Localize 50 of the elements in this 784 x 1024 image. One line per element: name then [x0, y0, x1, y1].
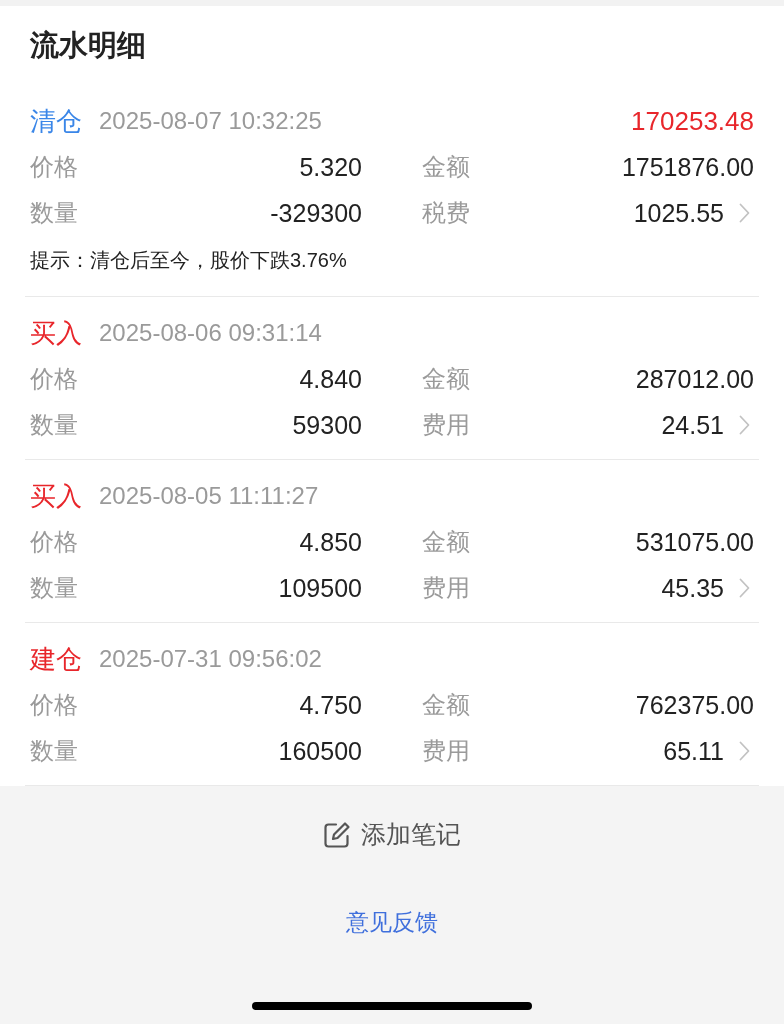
field-label: 价格 [30, 155, 78, 179]
trade-type-label: 清仓 [30, 108, 82, 134]
field-value: 160500 [278, 738, 362, 764]
field-value: 762375.00 [635, 692, 754, 718]
field-value: -329300 [270, 200, 362, 226]
trade-time: 2025-08-07 10:32:25 [99, 109, 322, 133]
field-value: 1025.55 [633, 200, 724, 226]
field-label: 价格 [30, 693, 78, 717]
field-value: 59300 [292, 412, 362, 438]
field-value: 24.51 [661, 412, 724, 438]
field-label: 数量 [30, 413, 78, 437]
profit-amount: 170253.48 [631, 108, 754, 134]
trade-type-label: 买入 [30, 483, 82, 509]
page-title: 流水明细 [29, 28, 147, 63]
field-value: 4.840 [299, 366, 362, 392]
field-label: 数量 [30, 576, 78, 600]
field-value: 45.35 [661, 575, 724, 601]
edit-icon [323, 821, 351, 849]
field-value: 1751876.00 [621, 154, 754, 180]
trade-type-label: 建仓 [30, 646, 82, 672]
field-label: 价格 [30, 367, 78, 391]
chevron-right-icon[interactable] [739, 741, 750, 761]
chevron-right-icon[interactable] [739, 578, 750, 598]
feedback-link[interactable]: 意见反馈 [342, 898, 442, 946]
trade-time: 2025-07-31 09:56:02 [99, 647, 322, 671]
trade-time: 2025-08-06 09:31:14 [99, 321, 322, 345]
field-value: 5.320 [299, 154, 362, 180]
chevron-right-icon[interactable] [739, 415, 750, 435]
field-label: 费用 [422, 739, 470, 763]
field-label: 金额 [422, 693, 470, 717]
field-label: 数量 [30, 739, 78, 763]
field-label: 金额 [422, 367, 470, 391]
field-value: 4.850 [299, 529, 362, 555]
hint-text: 提示：清仓后至今，股价下跌3.76% [30, 248, 348, 273]
field-value: 109500 [278, 575, 362, 601]
field-label: 税费 [422, 201, 470, 225]
chevron-right-icon[interactable] [739, 203, 750, 223]
field-value: 65.11 [663, 738, 724, 764]
field-value: 4.750 [299, 692, 362, 718]
field-label: 数量 [30, 201, 78, 225]
field-label: 费用 [422, 576, 470, 600]
field-value: 287012.00 [635, 366, 754, 392]
field-value: 531075.00 [635, 529, 754, 555]
trade-time: 2025-08-05 11:11:27 [99, 484, 319, 508]
field-label: 金额 [422, 530, 470, 554]
add-note-button[interactable]: 添加笔记 [319, 811, 465, 859]
trade-type-label: 买入 [30, 320, 82, 346]
field-label: 费用 [422, 413, 470, 437]
field-label: 价格 [30, 530, 78, 554]
field-label: 金额 [422, 155, 470, 179]
